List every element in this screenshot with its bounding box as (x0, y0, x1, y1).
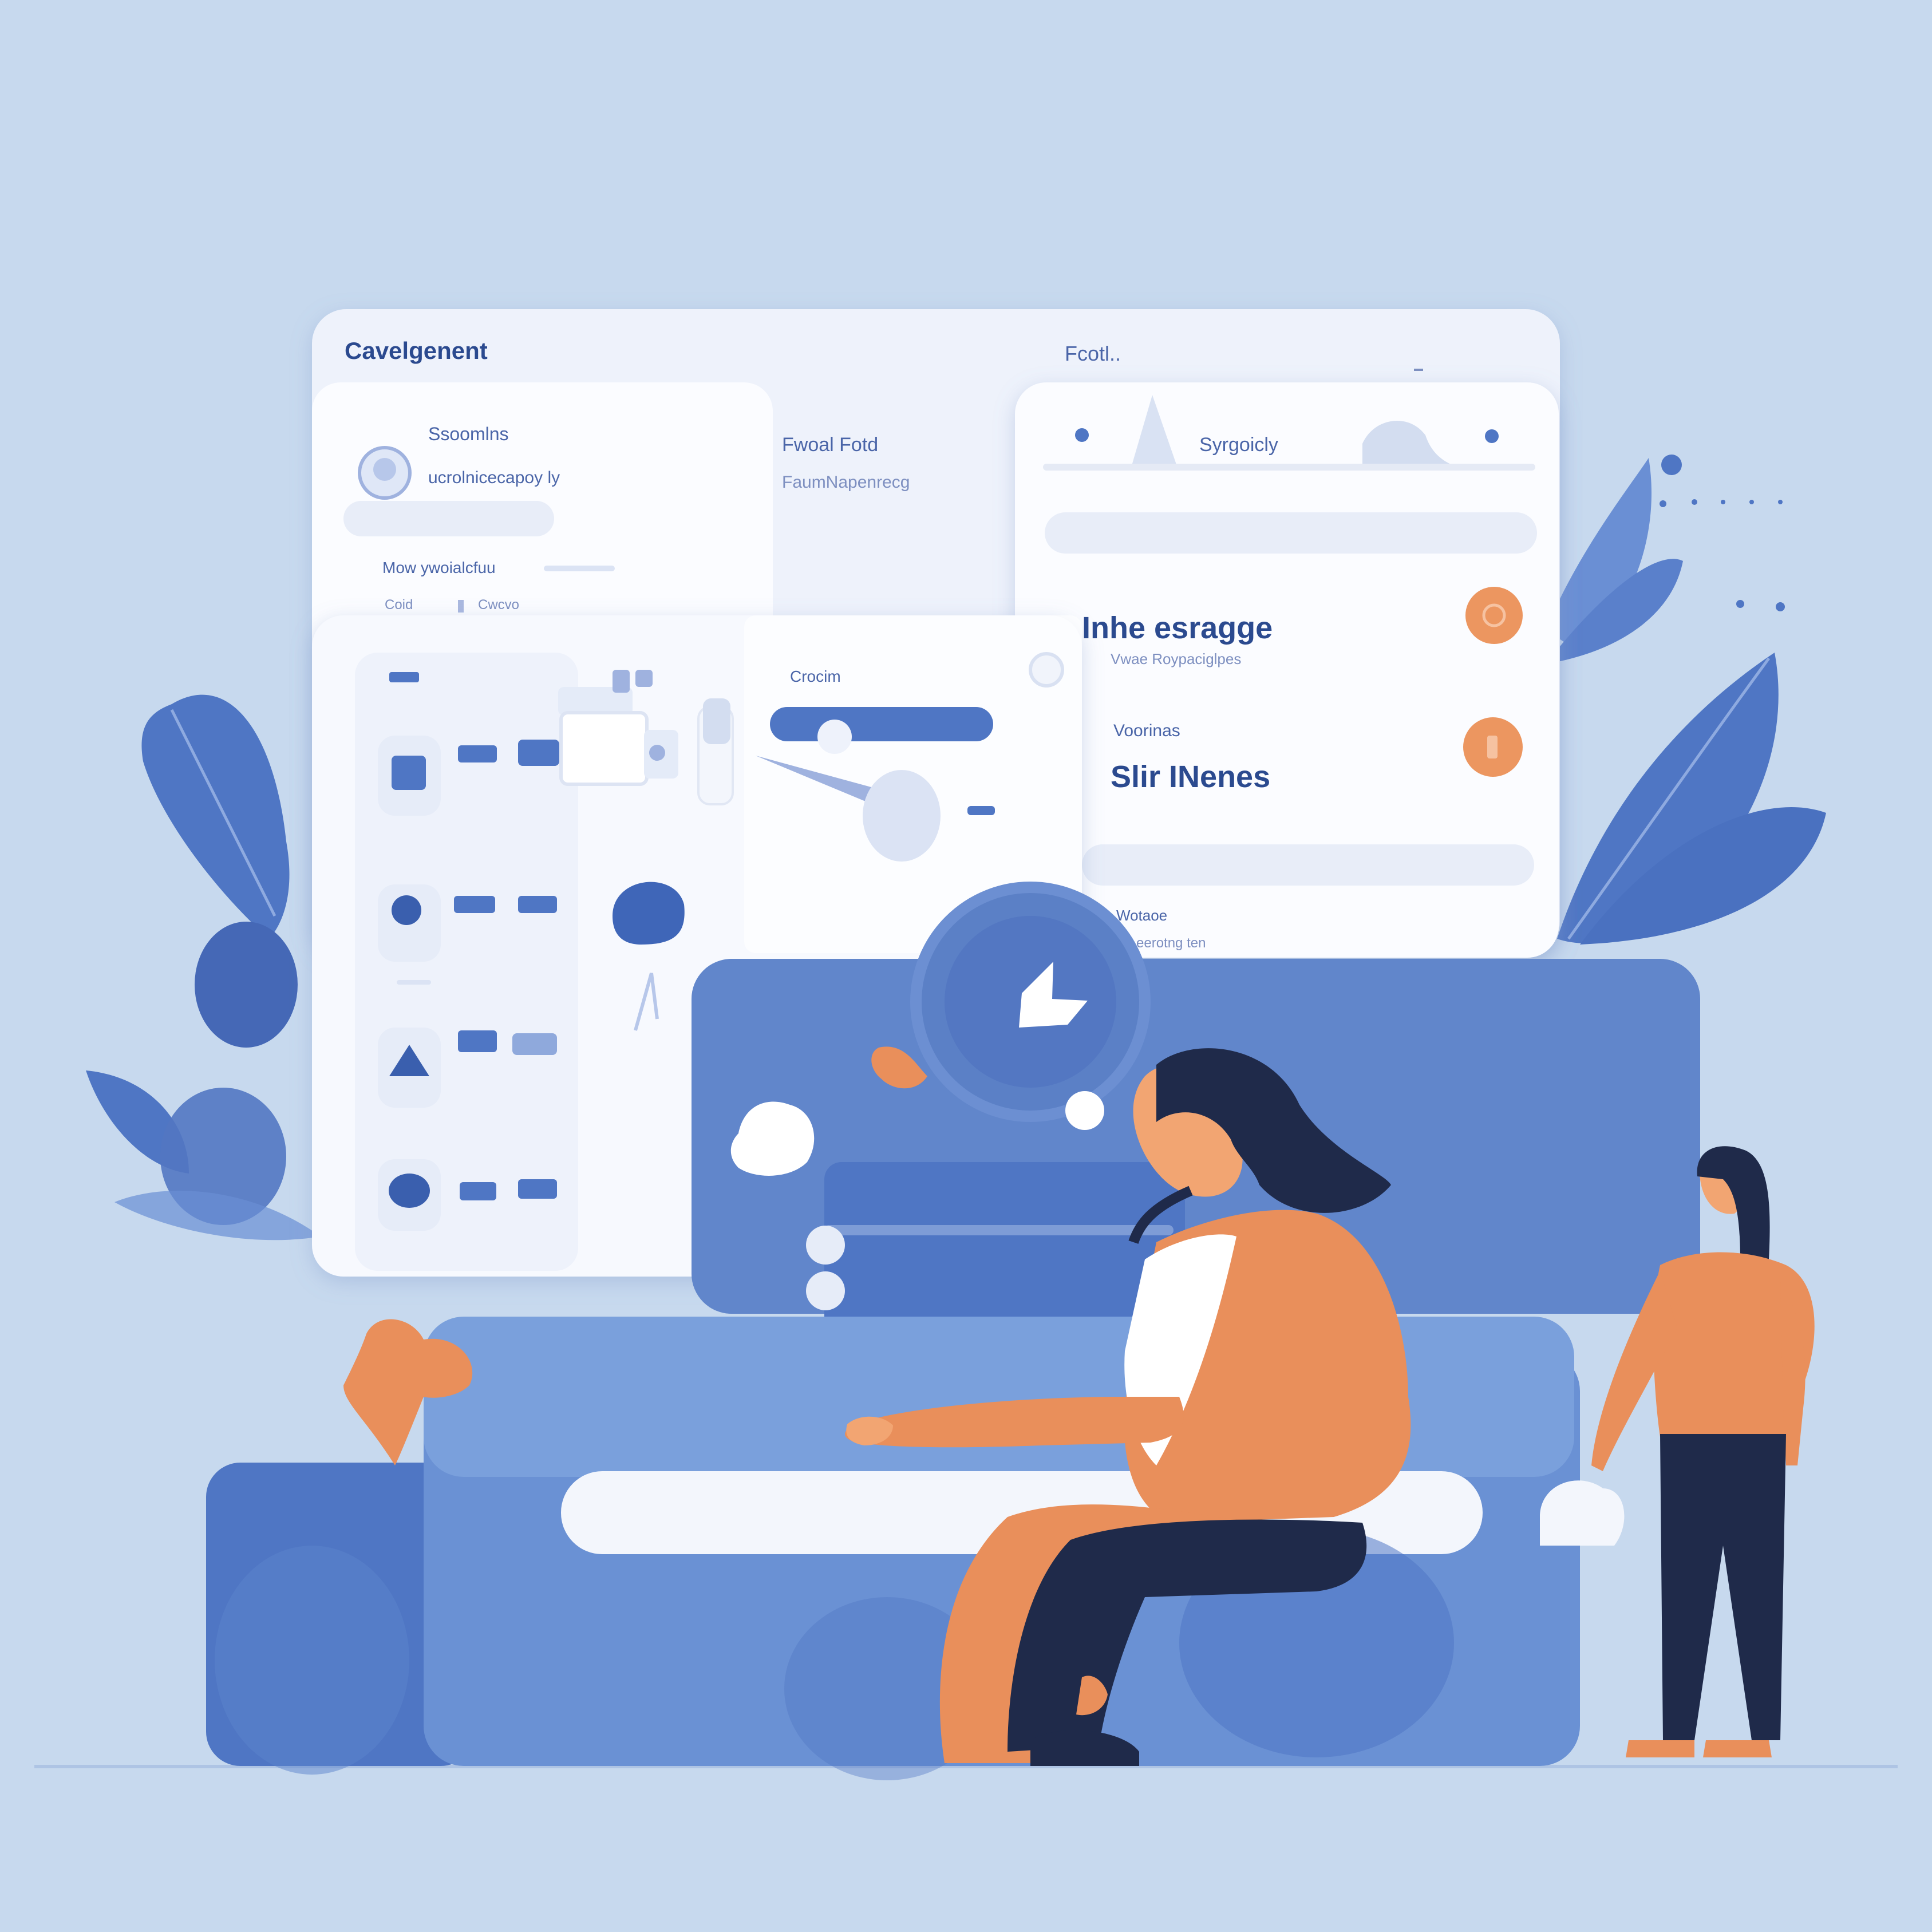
right-card-input[interactable] (1045, 512, 1537, 554)
profile-row-label: Mow ywoialcfuu (382, 559, 496, 576)
back-window-title: Cavelgenent (345, 337, 488, 364)
right-card-bar (1082, 844, 1534, 886)
profile-tag-2[interactable]: Cwcvo (478, 598, 519, 612)
right-card-footer-2: eerotng ten (1136, 935, 1206, 951)
illustration-scene: Cavelgenent Fcotl.. Ssoomlns ucrolniceca… (0, 0, 1932, 1932)
orange-badge-1[interactable] (1465, 587, 1523, 644)
profile-tag-1[interactable]: Coid (385, 598, 413, 612)
right-card-header-label: Syrgoicly (1199, 434, 1278, 456)
middle-card-line-1: Fwoal Fotd (782, 434, 879, 456)
right-leaves (1546, 455, 1826, 945)
front-window-label: Crocim (790, 667, 841, 685)
profile-heading: Ssoomlns (428, 424, 509, 444)
illustration-graphics (34, 309, 1898, 1780)
profile-subtitle: ucrolnicecapoy ly (428, 468, 560, 487)
right-card-heading-1: Inhe esragge (1082, 611, 1273, 645)
middle-card-line-2: FaumNapenrecg (782, 473, 910, 492)
front-window-slider[interactable] (770, 707, 993, 741)
right-card-footer-1: Wotaoe (1116, 907, 1168, 924)
right-card-subtitle-1: Vwae Roypaciglpes (1111, 650, 1242, 667)
toggle-icon (1075, 428, 1089, 442)
right-card-label-2: Voorinas (1113, 721, 1180, 740)
toggle-icon (1485, 429, 1499, 443)
back-window-title-right: Fcotl.. (1065, 342, 1121, 365)
left-leaves (86, 694, 321, 1240)
right-card-heading-2: Slir INenes (1111, 760, 1271, 794)
